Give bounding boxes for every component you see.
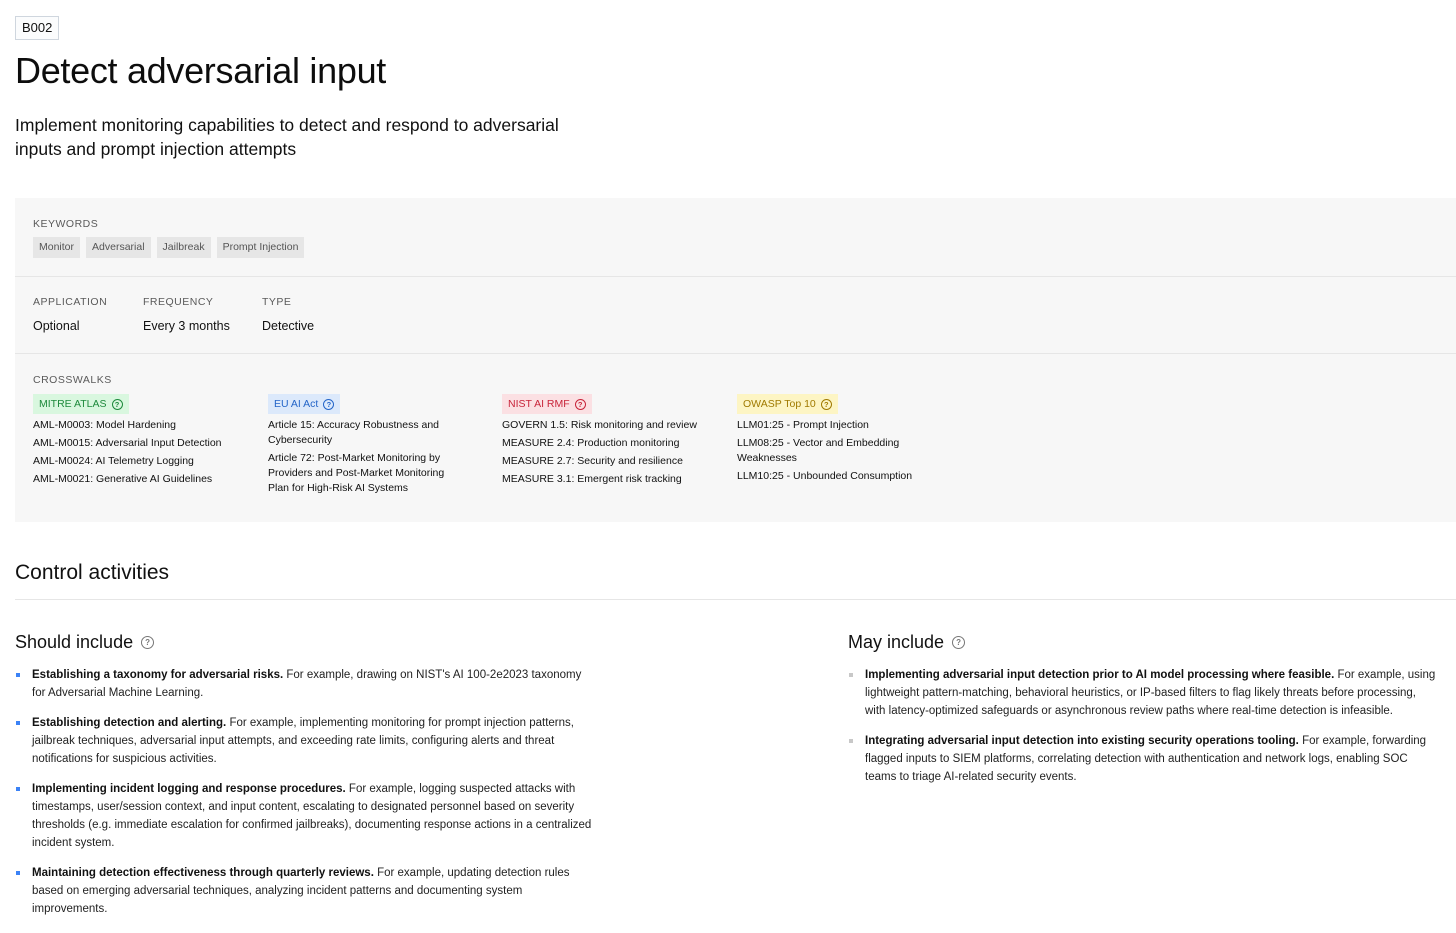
square-bullet-icon [16,787,20,791]
crosswalk-reference-list: Article 15: Accuracy Robustness and Cybe… [268,418,468,496]
crosswalk-reference: AML-M0015: Adversarial Input Detection [33,437,222,449]
help-circle-icon[interactable]: ? [574,398,586,410]
help-circle-icon[interactable]: ? [111,398,123,410]
frequency-label: FREQUENCY [143,296,214,308]
keyword-tag: Adversarial [86,237,151,258]
crosswalk-reference-list: AML-M0003: Model Hardening AML-M0015: Adv… [33,418,233,487]
crosswalk-column: EU AI Act? Article 15: Accuracy Robustnes… [268,394,468,499]
should-include-label: Should include [15,632,134,652]
crosswalk-reference: LLM08:25 - Vector and Embedding Weakness… [737,437,900,464]
activity-lead: Establishing a taxonomy for adversarial … [32,669,284,681]
frequency-field: FREQUENCY Every 3 months [143,296,230,334]
control-description: Implement monitoring capabilities to det… [15,115,559,159]
help-circle-icon[interactable]: ? [141,635,155,649]
control-activities-title: Control activities [15,561,170,584]
crosswalk-framework-name: NIST AI RMF [508,398,570,410]
crosswalk-framework-badge: OWASP Top 10? [737,394,838,414]
application-label: APPLICATION [33,296,108,308]
crosswalk-reference: MEASURE 2.4: Production monitoring [502,437,680,449]
activity-item: Establishing a taxonomy for adversarial … [15,666,597,702]
may-include-title: May include ? [848,631,966,653]
section-divider [15,599,1456,600]
keyword-tag: Jailbreak [156,237,211,258]
square-bullet-icon [849,673,853,677]
should-include-title: Should include ? [15,631,155,653]
keywords-list: Monitor Adversarial Jailbreak Prompt Inject… [33,237,305,258]
activity-item: Implementing adversarial input detection… [848,666,1436,720]
crosswalk-reference: Article 15: Accuracy Robustness and Cybe… [268,419,440,446]
crosswalk-reference: GOVERN 1.5: Risk monitoring and review [502,419,697,431]
crosswalk-reference: Article 72: Post-Market Monitoring by Pr… [268,452,445,494]
keyword-tag: Monitor [33,237,81,258]
panel-divider [15,276,1456,277]
crosswalk-framework-badge: NIST AI RMF? [502,394,592,414]
crosswalk-column: NIST AI RMF? GOVERN 1.5: Risk monitoring … [502,394,702,490]
crosswalk-reference-list: LLM01:25 - Prompt Injection LLM08:25 - Ve… [737,418,937,484]
page-title: Detect adversarial input [15,50,386,91]
crosswalk-reference-list: GOVERN 1.5: Risk monitoring and review ME… [502,418,702,487]
square-bullet-icon [16,673,20,677]
crosswalk-reference: LLM01:25 - Prompt Injection [737,419,869,431]
control-info-panel: KEYWORDS Monitor Adversarial Jailbreak Prom… [15,198,1456,522]
activity-item: Establishing detection and alerting. For… [15,714,597,768]
help-circle-icon[interactable]: ? [323,398,335,410]
control-page: B002 Detect adversarial input Implement … [0,0,1456,933]
crosswalk-framework-name: MITRE ATLAS [39,398,107,410]
type-value: Detective [262,319,315,333]
may-include-label: May include [848,632,945,652]
crosswalk-reference: LLM10:25 - Unbounded Consumption [737,470,913,482]
type-label: TYPE [262,296,292,308]
help-circle-icon[interactable]: ? [952,635,966,649]
activity-lead: Maintaining detection effectiveness thro… [32,867,374,879]
control-code-badge: B002 [15,16,60,40]
crosswalk-reference: AML-M0003: Model Hardening [33,419,176,431]
application-value: Optional [33,319,80,333]
application-field: APPLICATION Optional [33,296,107,334]
crosswalk-reference: AML-M0021: Generative AI Guidelines [33,473,213,485]
frequency-value: Every 3 months [143,319,230,333]
activity-item: Integrating adversarial input detection … [848,732,1436,786]
activity-lead: Implementing adversarial input detection… [865,669,1335,681]
help-circle-icon[interactable]: ? [820,398,832,410]
activity-lead: Integrating adversarial input detection … [865,735,1299,747]
square-bullet-icon [16,871,20,875]
type-field: TYPE Detective [262,296,314,334]
square-bullet-icon [849,739,853,743]
crosswalk-reference: AML-M0024: AI Telemetry Logging [33,455,194,467]
crosswalk-framework-badge: EU AI Act? [268,394,341,414]
crosswalk-column: OWASP Top 10? LLM01:25 - Prompt Injection… [737,394,937,487]
activity-lead: Establishing detection and alerting. [32,717,227,729]
should-include-list: Establishing a taxonomy for adversarial … [15,666,597,930]
crosswalk-column: MITRE ATLAS? AML-M0003: Model Hardening AM… [33,394,233,490]
keyword-tag: Prompt Injection [216,237,305,258]
activity-item: Maintaining detection effectiveness thro… [15,864,597,918]
square-bullet-icon [16,721,20,725]
crosswalk-framework-badge: MITRE ATLAS? [33,394,129,414]
crosswalk-framework-name: EU AI Act [274,398,319,410]
activity-lead: Implementing incident logging and respon… [32,783,346,795]
activity-item: Implementing incident logging and respon… [15,780,597,852]
keywords-label: KEYWORDS [33,218,99,230]
may-include-list: Implementing adversarial input detection… [848,666,1436,798]
crosswalks-label: CROSSWALKS [33,374,112,386]
crosswalk-reference: MEASURE 3.1: Emergent risk tracking [502,473,682,485]
crosswalk-framework-name: OWASP Top 10 [743,398,816,410]
panel-divider [15,353,1456,354]
crosswalk-reference: MEASURE 2.7: Security and resilience [502,455,683,467]
